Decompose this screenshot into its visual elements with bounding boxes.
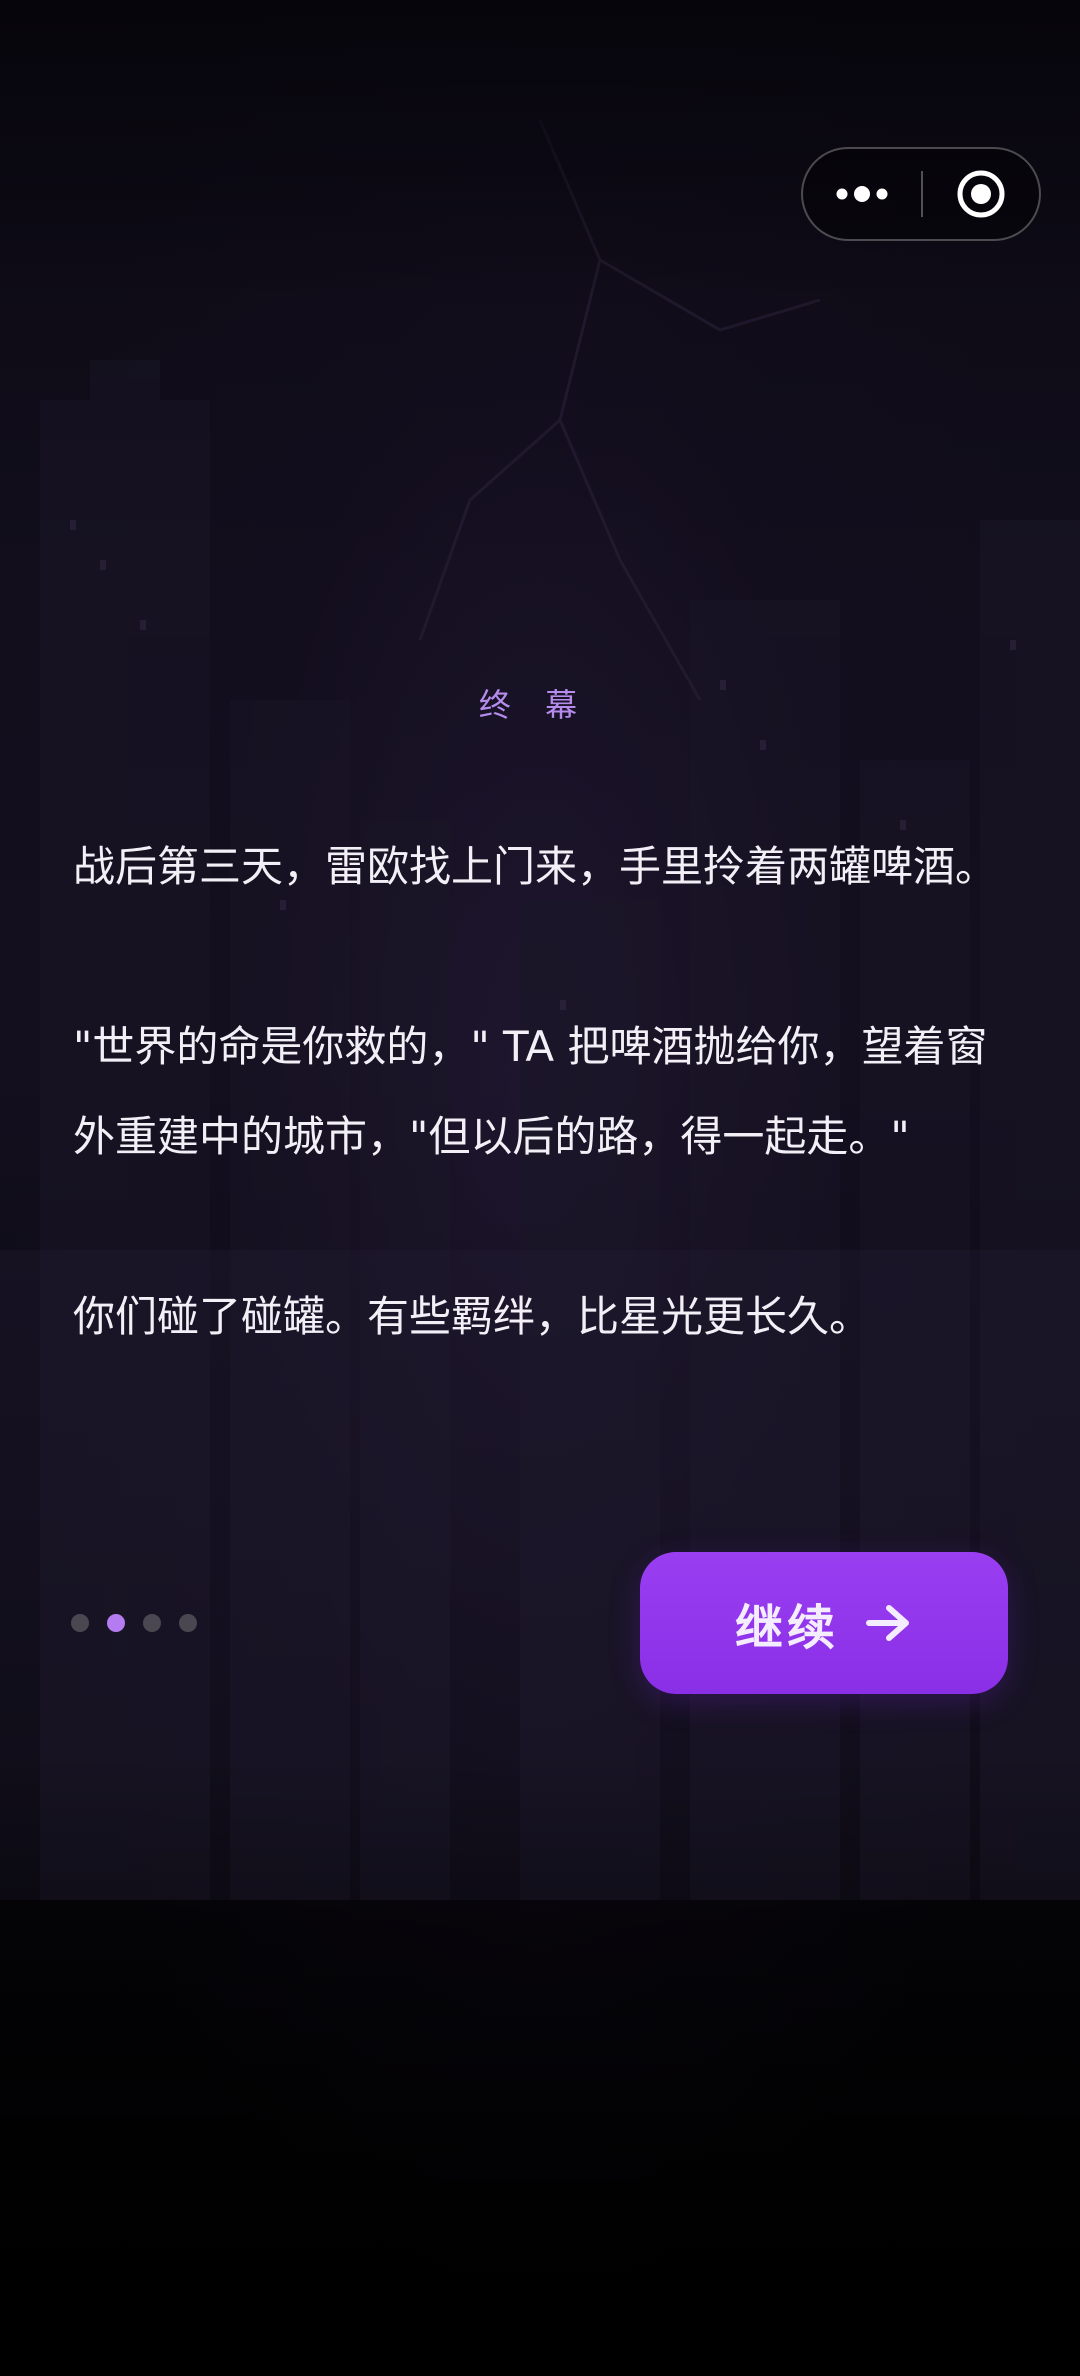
page-dot-active [107, 1614, 125, 1632]
story-text: 战后第三天，雷欧找上门来，手里拎着两罐啤酒。 "世界的命是你救的，" TA 把啤… [73, 822, 1013, 1452]
continue-button[interactable]: 继续 [640, 1552, 1008, 1694]
target-circle-icon [957, 170, 1005, 218]
chapter-title: 终 幕 [478, 686, 590, 724]
page-dot [71, 1614, 89, 1632]
page-dot [179, 1614, 197, 1632]
continue-label: 继续 [734, 1600, 839, 1656]
more-button[interactable] [803, 149, 921, 239]
close-button[interactable] [923, 149, 1039, 239]
mini-program-capsule [801, 147, 1041, 241]
page-dot [143, 1614, 161, 1632]
arrow-right-icon [865, 1603, 913, 1643]
story-paragraph: "世界的命是你救的，" TA 把啤酒抛给你，望着窗外重建中的城市，"但以后的路，… [73, 1022, 988, 1161]
story-paragraph: 你们碰了碰罐。有些羁绊，比星光更长久。 [73, 1292, 872, 1341]
story-paragraph: 战后第三天，雷欧找上门来，手里拎着两罐啤酒。 [73, 842, 998, 891]
page-indicator [71, 1614, 197, 1632]
more-dots-icon [836, 186, 888, 202]
